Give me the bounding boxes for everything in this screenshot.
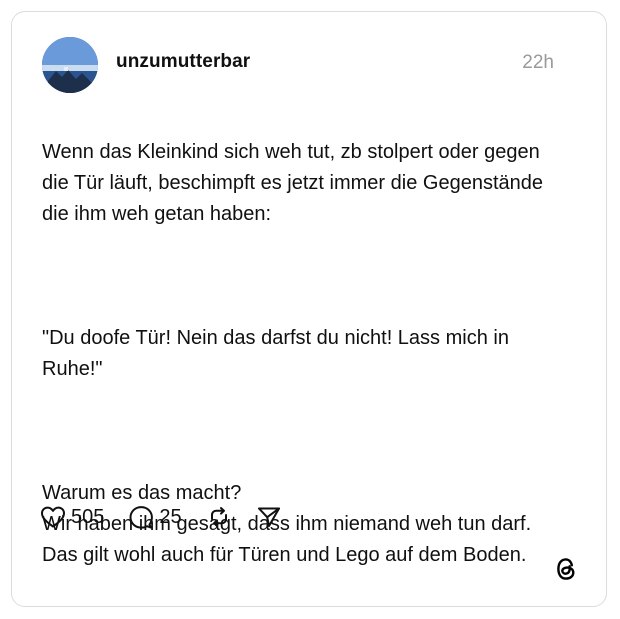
action-bar: 505 25: [40, 503, 306, 531]
comment-button[interactable]: 25: [128, 503, 182, 531]
post-card: unzumutterbar 22h Wenn das Kleinkind sic…: [11, 11, 607, 607]
avatar-image: [42, 37, 98, 93]
comment-count: 25: [159, 505, 182, 528]
post-paragraph: Wenn das Kleinkind sich weh tut, zb stol…: [42, 141, 543, 225]
username[interactable]: unzumutterbar: [116, 51, 250, 73]
post-paragraph: "Du doofe Tür! Nein das darfst du nicht!…: [42, 327, 509, 380]
speech-bubble-icon: [129, 506, 154, 529]
like-button[interactable]: 505: [40, 503, 104, 531]
post-timestamp: 22h: [522, 52, 554, 73]
send-icon: [257, 507, 280, 527]
share-button[interactable]: [256, 503, 282, 531]
like-count: 505: [71, 505, 105, 528]
heart-icon: [41, 506, 65, 528]
threads-logo-icon: [554, 556, 578, 582]
repost-button[interactable]: [206, 503, 232, 531]
repost-icon: [210, 507, 227, 527]
avatar[interactable]: [42, 37, 98, 93]
